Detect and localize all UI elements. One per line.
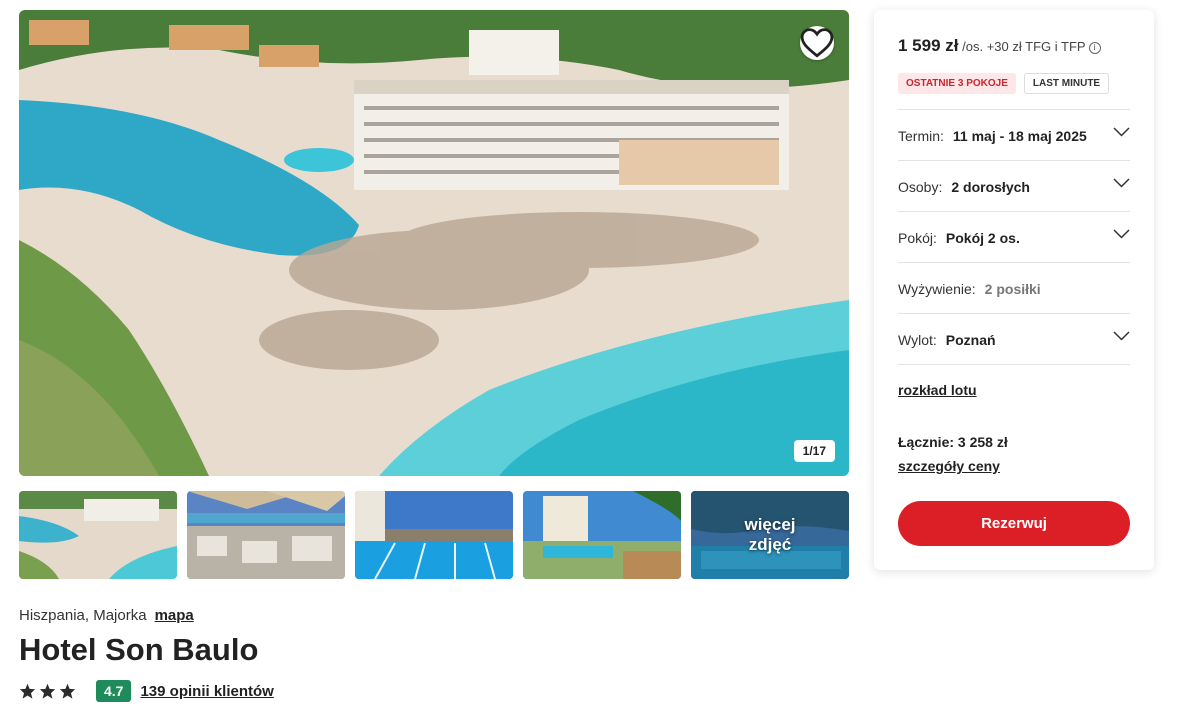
thumbnail-resort[interactable] [523, 491, 681, 579]
hotel-name: Hotel Son Baulo [19, 632, 259, 667]
map-link[interactable]: mapa [155, 607, 194, 624]
fee-note: +30 zł TFG i TFP [986, 39, 1086, 54]
term-label: Termin: [898, 127, 944, 144]
price-details-link[interactable]: szczegóły ceny [898, 458, 1000, 474]
badges: OSTATNIE 3 POKOJE LAST MINUTE [898, 73, 1110, 94]
departure-selector[interactable]: Wylot: Poznań [898, 313, 1130, 365]
price-suffix: /os. [962, 39, 984, 54]
departure-value: Poznań [945, 331, 996, 348]
last-rooms-badge: OSTATNIE 3 POKOJE [898, 73, 1016, 94]
star-icon [39, 683, 56, 699]
price-per-person: 1 599 zł [898, 36, 959, 55]
location-text: Hiszpania, Majorka [19, 607, 147, 624]
thumbnail-terrace[interactable] [187, 491, 345, 579]
board-label: Wyżywienie: [898, 280, 976, 297]
term-selector[interactable]: Termin: 11 maj - 18 maj 2025 [898, 109, 1130, 161]
room-label: Pokój: [898, 229, 937, 246]
book-button[interactable]: Rezerwuj [898, 501, 1130, 546]
beach-thumbnail-image [19, 491, 177, 579]
chevron-down-icon [1113, 178, 1130, 188]
persons-label: Osoby: [898, 178, 943, 195]
favorite-button[interactable] [800, 26, 834, 60]
thumbnail-beach[interactable] [19, 491, 177, 579]
rating-row: 4.7 139 opinii klientów [19, 680, 274, 702]
room-selector[interactable]: Pokój: Pokój 2 os. [898, 211, 1130, 263]
main-photo[interactable]: 1/17 [19, 10, 849, 476]
board-value: 2 posiłki [984, 280, 1041, 297]
booking-panel: 1 599 zł /os. +30 zł TFG i TFP i OSTATNIE… [874, 10, 1154, 570]
board-row: Wyżywienie: 2 posiłki [898, 262, 1130, 314]
chevron-down-icon [1113, 331, 1130, 341]
star-icon [59, 683, 76, 699]
terrace-thumbnail-image [187, 491, 345, 579]
thumbnail-pool[interactable] [355, 491, 513, 579]
reviews-link[interactable]: 139 opinii klientów [140, 683, 273, 700]
thumbnail-strip: więcej zdjęć [19, 491, 849, 579]
heart-icon [800, 28, 834, 58]
chevron-down-icon [1113, 127, 1130, 137]
star-rating [19, 683, 76, 699]
divider [898, 364, 1130, 365]
flight-schedule-link[interactable]: rozkład lotu [898, 382, 977, 398]
resort-thumbnail-image [523, 491, 681, 579]
hotel-beach-photo [19, 10, 849, 476]
info-icon[interactable]: i [1088, 41, 1101, 54]
hotel-location: Hiszpania, Majorka mapa [19, 607, 194, 624]
term-value: 11 maj - 18 maj 2025 [952, 127, 1087, 144]
room-value: Pokój 2 os. [945, 229, 1020, 246]
thumbnail-more-photos[interactable]: więcej zdjęć [691, 491, 849, 579]
chevron-down-icon [1113, 229, 1130, 239]
photo-counter: 1/17 [793, 440, 835, 462]
score-badge: 4.7 [96, 680, 132, 702]
price-line: 1 599 zł /os. +30 zł TFG i TFP i [898, 36, 1101, 56]
last-minute-badge: LAST MINUTE [1023, 73, 1110, 94]
star-icon [19, 683, 36, 699]
persons-value: 2 dorosłych [951, 178, 1030, 195]
persons-selector[interactable]: Osoby: 2 dorosłych [898, 160, 1130, 212]
pool-thumbnail-image [355, 491, 513, 579]
total-price: Łącznie: 3 258 zł [898, 434, 1008, 450]
more-photos-label: więcej zdjęć [744, 515, 796, 554]
departure-label: Wylot: [898, 331, 937, 348]
